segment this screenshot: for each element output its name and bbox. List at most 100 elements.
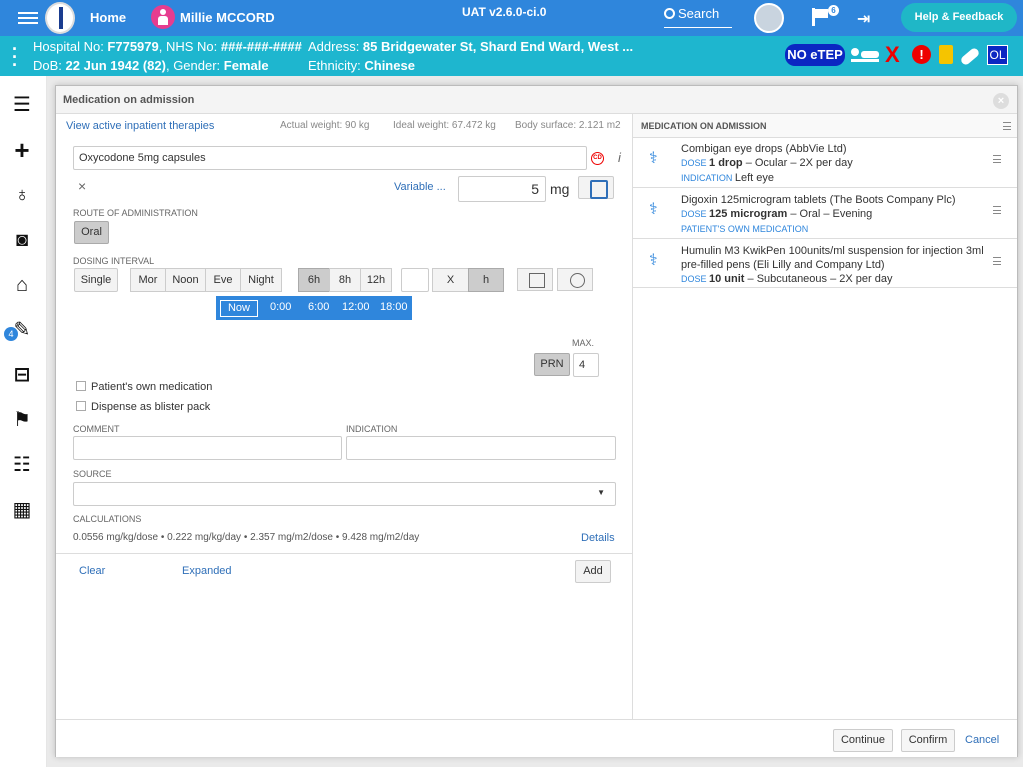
interval-x-button[interactable]: X [432, 268, 469, 292]
timeline-time[interactable]: 6:00 [308, 301, 329, 313]
modal-title: Medication on admission [63, 94, 195, 106]
clear-drug-icon[interactable]: × [78, 178, 86, 194]
dose-unit: mg [550, 181, 570, 197]
custom-interval-group: X h [432, 268, 504, 292]
top-bar: Home Millie MCCORD UAT v2.6.0-ci.0 Searc… [0, 0, 1023, 36]
controlled-drug-icon[interactable]: CD [591, 152, 604, 165]
expanded-link[interactable]: Expanded [182, 565, 232, 577]
dosing-timeline[interactable]: Now 0:00 6:00 12:00 18:00 [216, 296, 412, 320]
interval-h-button[interactable]: h [468, 268, 504, 292]
route-oral-button[interactable]: Oral [74, 221, 109, 244]
custom-interval-input[interactable] [401, 268, 429, 292]
search-button[interactable]: Search [664, 6, 732, 28]
timeline-time[interactable]: 0:00 [270, 301, 291, 313]
comment-input[interactable] [73, 436, 342, 460]
cancel-link[interactable]: Cancel [965, 734, 999, 746]
checklist-icon[interactable]: ☷ [10, 453, 34, 477]
own-medication-checkbox[interactable] [76, 381, 86, 391]
patient-name[interactable]: Millie MCCORD [180, 10, 275, 25]
item-menu-icon[interactable] [993, 206, 1001, 214]
timeline-time[interactable]: 18:00 [380, 301, 408, 313]
dosing-eve-button[interactable]: Eve [205, 268, 241, 292]
own-medication-label: Patient's own medication [91, 381, 213, 393]
red-x-icon[interactable]: X [885, 42, 900, 68]
dosing-8h-button[interactable]: 8h [329, 268, 361, 292]
modal-footer: Continue Confirm Cancel [56, 719, 1017, 757]
chevron-down-icon: ▼ [597, 488, 605, 497]
max-input[interactable]: 4 [573, 353, 599, 377]
info-icon[interactable]: i [618, 150, 621, 165]
camera-icon[interactable]: ◙ [10, 228, 34, 252]
admission-list-title: MEDICATION ON ADMISSION [641, 121, 767, 131]
clear-link[interactable]: Clear [79, 565, 105, 577]
patient-ethnicity: Ethnicity: Chinese [308, 58, 415, 73]
list-item[interactable]: ⚕ Digoxin 125microgram tablets (The Boot… [633, 189, 1017, 239]
medication-modal: Medication on admission × View active in… [55, 85, 1018, 757]
menu-icon[interactable] [18, 9, 38, 27]
flag-icon[interactable] [812, 8, 828, 26]
item-menu-icon[interactable] [993, 155, 1001, 163]
timeline-time[interactable]: 12:00 [342, 301, 370, 313]
walking-icon[interactable]: ⚑ [10, 408, 34, 432]
clock-icon[interactable] [557, 268, 593, 291]
source-select[interactable]: ▼ [73, 482, 616, 506]
gender: Female [223, 58, 269, 73]
no-etep-badge[interactable]: NO eTEP [785, 44, 845, 66]
dosing-interval-label: DOSING INTERVAL [73, 256, 155, 266]
prn-button[interactable]: PRN [534, 353, 570, 376]
continue-button[interactable]: Continue [833, 729, 893, 752]
bed-icon[interactable] [851, 48, 879, 62]
list-icon[interactable]: ☰ [10, 93, 34, 117]
calculations-text: 0.0556 mg/kg/dose • 0.222 mg/kg/day • 2.… [73, 532, 420, 543]
calculator-icon[interactable] [578, 176, 614, 199]
clipboard-icon[interactable] [939, 45, 953, 64]
med-name: Combigan eye drops (AbbVie Ltd) [681, 143, 847, 155]
dosing-6h-button[interactable]: 6h [298, 268, 330, 292]
add-button[interactable]: Add [575, 560, 611, 583]
indication-input[interactable] [346, 436, 616, 460]
admission-list-panel: MEDICATION ON ADMISSION ⚕ Combigan eye d… [632, 114, 1017, 719]
monitor-icon[interactable]: ▦ [10, 498, 34, 522]
list-item[interactable]: ⚕ Humulin M3 KwikPen 100units/ml suspens… [633, 240, 1017, 288]
ideal-weight: Ideal weight: 67.472 kg [393, 120, 496, 131]
list-item[interactable]: ⚕ Combigan eye drops (AbbVie Ltd) DOSE 1… [633, 138, 1017, 188]
dose-input[interactable]: 5 [458, 176, 546, 202]
dosing-single-button[interactable]: Single [74, 268, 118, 292]
logout-icon[interactable]: ⇥ [857, 9, 870, 29]
variable-dose-link[interactable]: Variable ... [394, 181, 446, 193]
user-avatar[interactable] [754, 3, 784, 33]
dosing-night-button[interactable]: Night [240, 268, 282, 292]
divider [56, 553, 632, 554]
plus-icon[interactable]: + [10, 137, 34, 163]
help-feedback-button[interactable]: Help & Feedback [901, 3, 1017, 32]
ol-badge[interactable]: OL [987, 45, 1008, 65]
caduceus-icon: ⚕ [649, 201, 658, 218]
dosing-mor-button[interactable]: Mor [130, 268, 166, 292]
blister-pack-checkbox[interactable] [76, 401, 86, 411]
view-active-therapies-link[interactable]: View active inpatient therapies [66, 120, 214, 132]
list-menu-icon[interactable] [1003, 122, 1011, 130]
details-link[interactable]: Details [581, 532, 615, 544]
version-label: UAT v2.6.0-ci.0 [462, 5, 547, 19]
drug-input[interactable]: Oxycodone 5mg capsules [73, 146, 587, 170]
stethoscope-icon[interactable]: ♁ [10, 183, 34, 207]
nhs-number: ###-###-#### [220, 39, 302, 54]
blister-pack-label: Dispense as blister pack [91, 401, 211, 413]
close-icon[interactable]: × [993, 93, 1009, 109]
confirm-button[interactable]: Confirm [901, 729, 955, 752]
timeline-now[interactable]: Now [220, 300, 258, 317]
alert-icon[interactable]: ! [912, 45, 931, 64]
dosing-noon-button[interactable]: Noon [165, 268, 206, 292]
item-menu-icon[interactable] [993, 257, 1001, 265]
pill-icon[interactable] [959, 46, 981, 67]
more-options-icon[interactable]: · · · [12, 40, 18, 74]
home-plus-icon[interactable]: ⌂ [10, 273, 34, 297]
calendar-icon[interactable] [517, 268, 553, 291]
home-link[interactable]: Home [90, 10, 126, 25]
indication-label: INDICATION [346, 424, 398, 434]
inbox-icon[interactable]: ⊟ [10, 363, 34, 387]
hospital-logo[interactable] [45, 2, 75, 34]
dosing-12h-button[interactable]: 12h [360, 268, 392, 292]
med-name: Digoxin 125microgram tablets (The Boots … [681, 194, 956, 206]
body-surface: Body surface: 2.121 m2 [515, 120, 621, 131]
